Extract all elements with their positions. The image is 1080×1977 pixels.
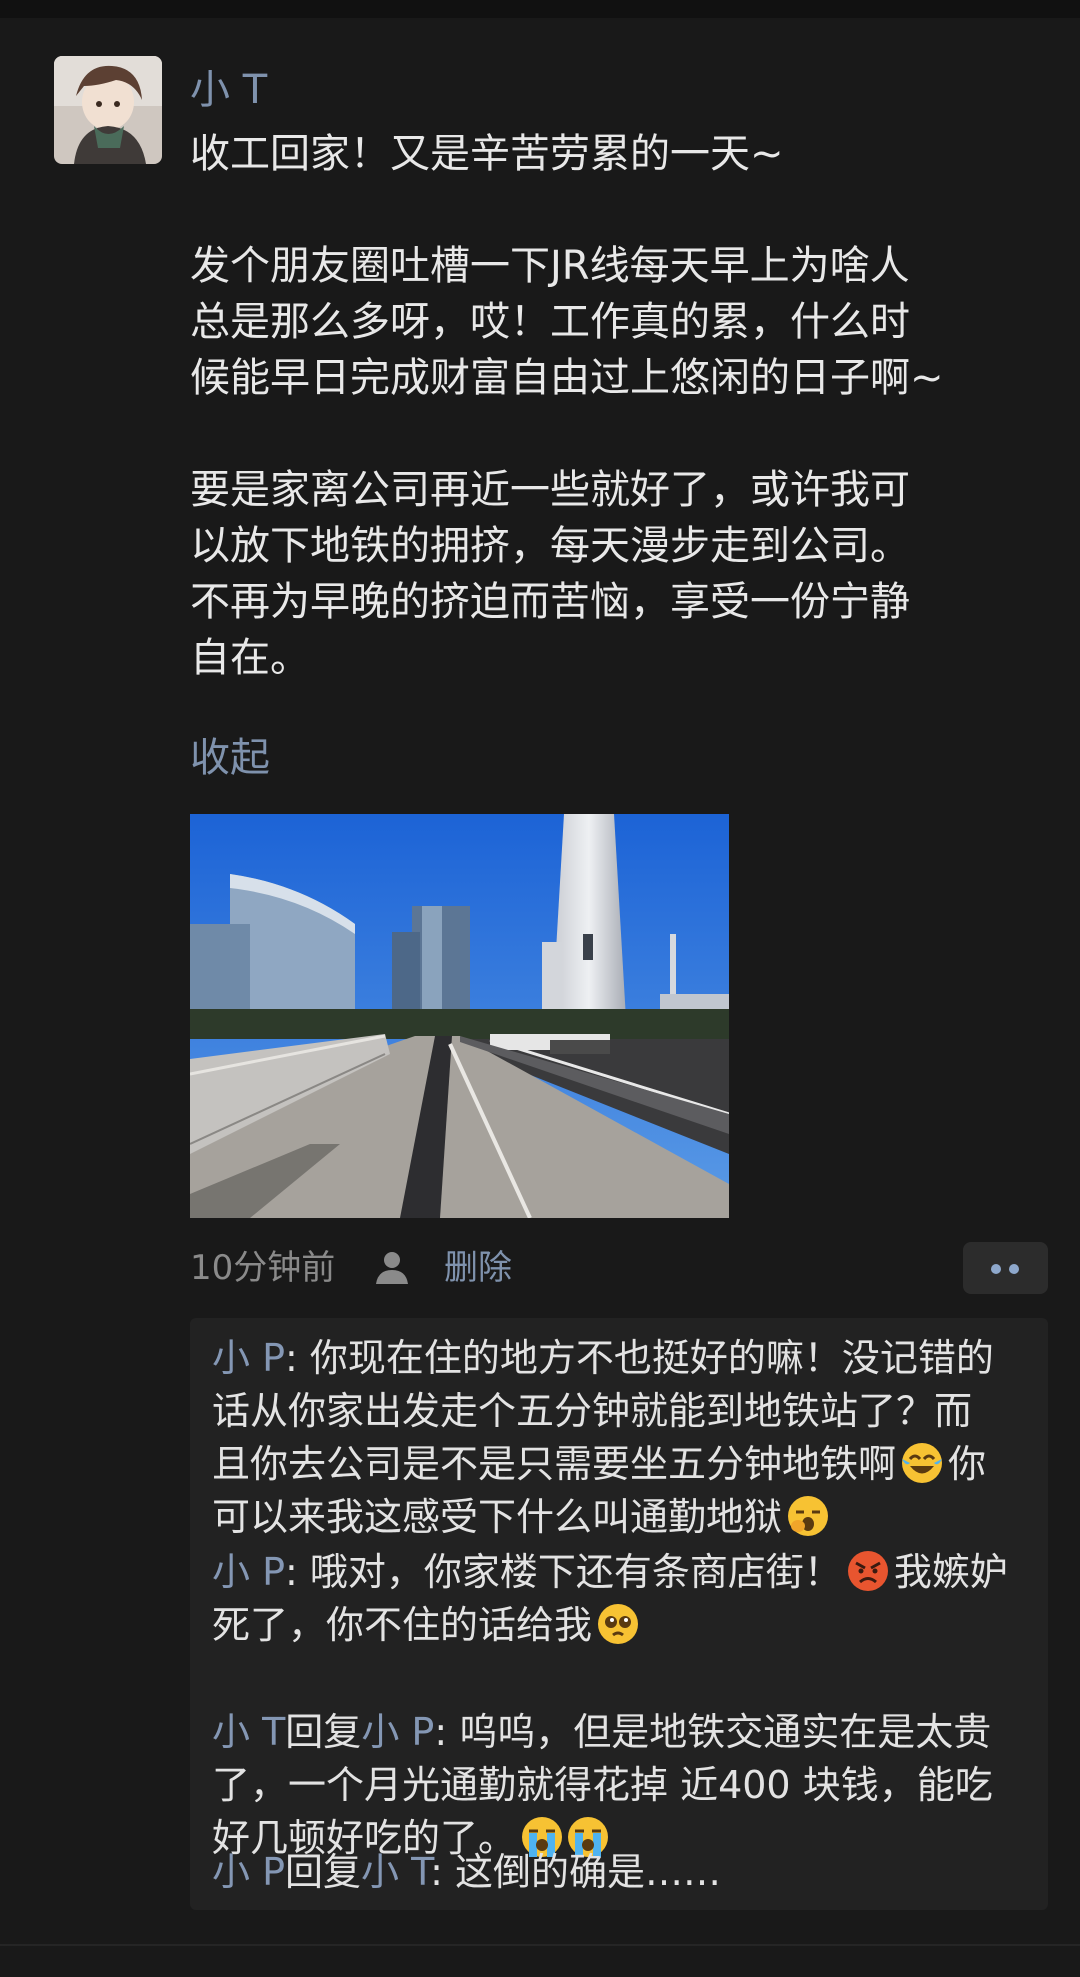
post-author-name[interactable]: 小 T (190, 62, 267, 118)
person-icon[interactable] (372, 1250, 412, 1286)
divider (0, 1944, 1080, 1946)
comment-text: 可以来我这感受下什么叫通勤地狱 (212, 1495, 783, 1539)
post-time: 10分钟前 (190, 1248, 336, 1288)
post-text: 收工回家！又是辛苦劳累的一天~ 发个朋友圈吐槽一下JR线每天早上为啥人 总是那么… (190, 126, 1070, 686)
dot-icon (991, 1264, 1001, 1274)
comment-separator: : (285, 1336, 310, 1380)
comment-item[interactable]: 小 P: 哦对，你家楼下还有条商店街！ 我嫉妒 死了，你不住的话给我 (212, 1546, 1038, 1652)
angry-face-icon (846, 1549, 890, 1593)
post-photo[interactable] (190, 814, 729, 1218)
post-text-line: 要是家离公司再近一些就好了，或许我可 (190, 467, 910, 513)
reply-target[interactable]: 小 T (361, 1850, 430, 1894)
more-options-button[interactable] (963, 1242, 1048, 1294)
comment-text: 且你去公司是不是只需要坐五分钟地铁啊 (212, 1442, 897, 1486)
reply-word: 回复 (285, 1850, 362, 1894)
comment-item[interactable]: 小 T回复小 P: 呜呜，但是地铁交通实在是太贵 了，一个月光通勤就得花掉 近4… (212, 1706, 1038, 1865)
avatar[interactable] (54, 56, 162, 164)
post-text-line: 以放下地铁的拥挤，每天漫步走到公司。 (190, 523, 910, 569)
comment-item[interactable]: 小 P回复小 T: 这倒的确是…… (212, 1846, 1038, 1899)
reply-word: 回复 (285, 1710, 362, 1754)
comment-author[interactable]: 小 P (212, 1550, 285, 1594)
comment-item[interactable]: 小 P: 你现在住的地方不也挺好的嘛！没记错的 话从你家出发走个五分钟就能到地铁… (212, 1332, 1038, 1544)
collapse-link[interactable]: 收起 (190, 730, 270, 786)
comment-author[interactable]: 小 P (212, 1336, 285, 1380)
comment-text: 呜呜，但是地铁交通实在是太贵 (459, 1710, 992, 1754)
tears-of-joy-icon (900, 1441, 944, 1485)
post-text-line: 自在。 (190, 635, 310, 681)
post-text-line: 总是那么多呀，哎！工作真的累，什么时 (190, 299, 910, 345)
comment-separator: : (434, 1710, 460, 1754)
comment-list: 小 P: 你现在住的地方不也挺好的嘛！没记错的 话从你家出发走个五分钟就能到地铁… (190, 1318, 1048, 1910)
post-text-line: 发个朋友圈吐槽一下JR线每天早上为啥人 (190, 243, 910, 289)
yawning-face-icon (786, 1494, 830, 1538)
comment-text: 死了，你不住的话给我 (212, 1603, 593, 1647)
comment-text: 这倒的确是…… (455, 1850, 722, 1894)
comment-separator: : (430, 1850, 456, 1894)
comment-text: 我嫉妒 (893, 1550, 1008, 1594)
post-text-line: 候能早日完成财富自由过上悠闲的日子啊~ (190, 355, 944, 401)
comment-author[interactable]: 小 T (212, 1710, 285, 1754)
post-text-line: 不再为早晚的挤迫而苦恼，享受一份宁静 (190, 579, 910, 625)
comment-text: 哦对，你家楼下还有条商店街！ (309, 1550, 842, 1594)
comment-text: 了，一个月光通勤就得花掉 近400 块钱，能吃 (212, 1763, 993, 1807)
post-meta: 10分钟前 删除 (190, 1240, 1050, 1296)
top-strip (0, 0, 1080, 18)
dot-icon (1009, 1264, 1019, 1274)
post-text-line: 收工回家！又是辛苦劳累的一天~ (190, 131, 784, 177)
reply-target[interactable]: 小 P (361, 1710, 434, 1754)
comment-text: 话从你家出发走个五分钟就能到地铁站了？而 (212, 1389, 973, 1433)
delete-link[interactable]: 删除 (444, 1240, 512, 1296)
comment-text: 你 (948, 1442, 987, 1486)
comment-text: 你现在住的地方不也挺好的嘛！没记错的 (309, 1336, 994, 1380)
comment-separator: : (285, 1550, 310, 1594)
pleading-face-icon (596, 1602, 640, 1646)
comment-author[interactable]: 小 P (212, 1850, 285, 1894)
